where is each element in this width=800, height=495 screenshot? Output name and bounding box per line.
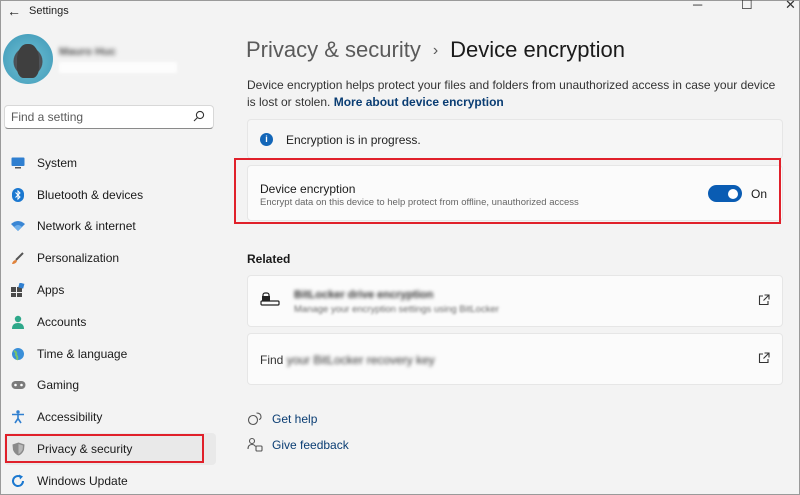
maximize-button[interactable]: ☐ bbox=[741, 0, 753, 13]
search-box[interactable] bbox=[4, 105, 214, 129]
sidebar-item-label: Accounts bbox=[37, 314, 87, 329]
brush-icon bbox=[10, 250, 26, 266]
system-icon bbox=[10, 155, 26, 171]
app-title: Settings bbox=[29, 5, 69, 17]
highlight-box-encryption bbox=[234, 158, 781, 224]
sidebar-item-system[interactable]: System bbox=[1, 147, 216, 179]
update-icon bbox=[10, 473, 26, 489]
highlight-box-privacy bbox=[5, 434, 204, 463]
page-description: Device encryption helps protect your fil… bbox=[247, 77, 782, 111]
related-item-subtitle: Manage your encryption settings using Bi… bbox=[294, 304, 499, 315]
sidebar-item-label: System bbox=[37, 155, 78, 170]
give-feedback-link[interactable]: Give feedback bbox=[272, 438, 349, 452]
related-item-bitlocker[interactable]: BitLocker drive encryption Manage your e… bbox=[247, 275, 783, 327]
apps-icon bbox=[10, 282, 26, 298]
give-feedback-row[interactable]: Give feedback bbox=[247, 437, 349, 453]
sidebar-item-personalization[interactable]: Personalization bbox=[1, 242, 216, 274]
gamepad-icon bbox=[10, 377, 26, 393]
breadcrumb: Privacy & security › Device encryption bbox=[246, 37, 625, 63]
globe-icon bbox=[10, 346, 26, 362]
sidebar-item-label: Gaming bbox=[37, 378, 80, 393]
external-link-icon bbox=[758, 352, 770, 364]
sidebar-item-label: Network & internet bbox=[37, 219, 136, 234]
avatar[interactable] bbox=[3, 34, 53, 84]
breadcrumb-parent[interactable]: Privacy & security bbox=[246, 37, 421, 62]
related-item-title: Find your BitLocker recovery key bbox=[260, 353, 435, 367]
external-link-icon bbox=[758, 294, 770, 306]
page-title: Device encryption bbox=[450, 37, 626, 62]
encryption-status-card: i Encryption is in progress. bbox=[247, 119, 783, 159]
close-button[interactable]: ✕ bbox=[785, 0, 796, 13]
chevron-right-icon: › bbox=[432, 42, 439, 59]
sidebar-item-label: Bluetooth & devices bbox=[37, 187, 144, 202]
description-text: Device encryption helps protect your fil… bbox=[247, 78, 776, 109]
bluetooth-icon bbox=[10, 187, 26, 203]
sidebar-item-time-language[interactable]: Time & language bbox=[1, 338, 216, 370]
related-item-recovery-key[interactable]: Find your BitLocker recovery key bbox=[247, 333, 783, 385]
sidebar-item-accounts[interactable]: Accounts bbox=[1, 306, 216, 338]
back-arrow-icon[interactable]: ← bbox=[7, 3, 21, 19]
sidebar-item-label: Windows Update bbox=[37, 473, 128, 488]
sidebar-item-network[interactable]: Network & internet bbox=[1, 211, 216, 243]
person-icon bbox=[10, 314, 26, 330]
sidebar-item-windows-update[interactable]: Windows Update bbox=[1, 465, 216, 495]
accessibility-icon bbox=[10, 409, 26, 425]
encryption-status-text: Encryption is in progress. bbox=[286, 133, 421, 147]
more-about-encryption-link[interactable]: More about device encryption bbox=[334, 95, 504, 109]
get-help-row[interactable]: Get help bbox=[247, 411, 317, 427]
drive-lock-icon bbox=[260, 292, 280, 306]
sidebar-item-label: Accessibility bbox=[37, 410, 103, 425]
related-item-title-prefix: Find bbox=[260, 353, 284, 367]
feedback-icon bbox=[247, 437, 263, 453]
sidebar-item-gaming[interactable]: Gaming bbox=[1, 370, 216, 402]
search-icon[interactable] bbox=[193, 110, 205, 122]
related-heading: Related bbox=[247, 252, 291, 266]
sidebar-item-accessibility[interactable]: Accessibility bbox=[1, 401, 216, 433]
sidebar-item-label: Apps bbox=[37, 283, 65, 298]
user-name: Mauro Huc bbox=[59, 46, 116, 58]
wifi-icon bbox=[10, 218, 26, 234]
help-icon bbox=[247, 411, 263, 427]
search-input[interactable] bbox=[5, 106, 185, 128]
sidebar-item-bluetooth[interactable]: Bluetooth & devices bbox=[1, 179, 216, 211]
get-help-link[interactable]: Get help bbox=[272, 412, 317, 426]
sidebar-item-label: Time & language bbox=[37, 346, 128, 361]
info-icon: i bbox=[260, 133, 273, 146]
sidebar-item-label: Personalization bbox=[37, 251, 120, 266]
title-bar: ← Settings ─ ☐ ✕ bbox=[1, 0, 800, 23]
related-item-title-rest: your BitLocker recovery key bbox=[286, 353, 435, 367]
user-email-redacted bbox=[59, 62, 177, 73]
minimize-button[interactable]: ─ bbox=[693, 0, 702, 12]
related-item-title: BitLocker drive encryption bbox=[294, 289, 434, 301]
sidebar-item-apps[interactable]: Apps bbox=[1, 274, 216, 306]
